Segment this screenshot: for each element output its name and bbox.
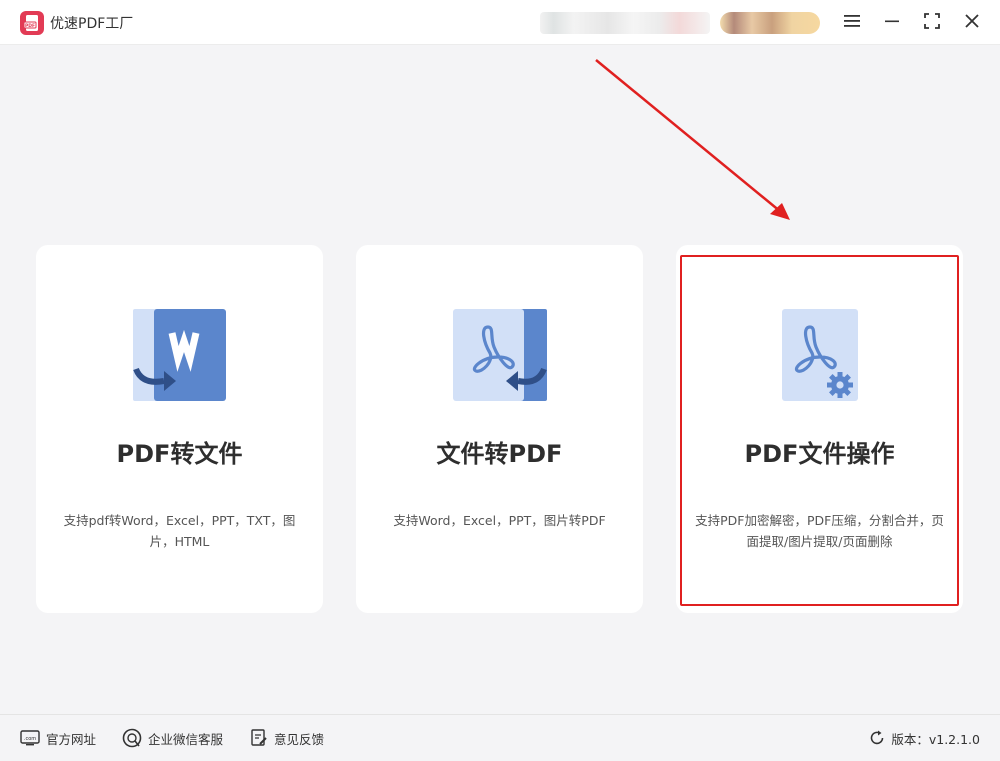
card-file-to-pdf[interactable]: 文件转PDF 支持Word，Excel，PPT，图片转PDF [356, 245, 643, 613]
svg-text:.com: .com [24, 736, 36, 742]
card-description: 支持Word，Excel，PPT，图片转PDF [393, 513, 606, 528]
menu-button[interactable] [839, 8, 865, 34]
pdf-settings-icon [772, 307, 868, 403]
app-logo-icon: PDF [20, 11, 44, 35]
fullscreen-icon [924, 13, 940, 29]
refresh-icon [871, 730, 884, 745]
close-button[interactable] [959, 8, 985, 34]
app-title: 优速PDF工厂 [50, 16, 134, 32]
feedback-label: 意见反馈 [274, 731, 325, 747]
minimize-button[interactable] [879, 8, 905, 34]
close-icon [965, 14, 979, 28]
website-label: 官方网址 [46, 731, 97, 747]
account-info-blurred[interactable] [540, 12, 710, 34]
user-badge-blurred[interactable] [720, 12, 820, 34]
feedback-icon [251, 729, 267, 746]
card-pdf-operations[interactable]: PDF文件操作 支持PDF加密解密，PDF压缩，分割合并，页面提取/图片提取/页… [676, 245, 963, 613]
card-pdf-to-file[interactable]: PDF转文件 支持pdf转Word，Excel，PPT，TXT，图片，HTML [36, 245, 323, 613]
file-to-pdf-icon [452, 307, 548, 403]
pdf-to-word-icon [132, 307, 228, 403]
official-website-link[interactable]: .com 官方网址 [20, 727, 96, 749]
card-title: 文件转PDF [436, 440, 563, 468]
card-description: 支持PDF加密解密，PDF压缩，分割合并，页面提取/图片提取/页面删除 [695, 513, 944, 549]
card-title: PDF文件操作 [744, 440, 895, 468]
maximize-button[interactable] [919, 8, 945, 34]
svg-text:PDF: PDF [25, 23, 35, 29]
website-icon: .com [20, 730, 40, 746]
wechat-label: 企业微信客服 [148, 731, 224, 747]
wechat-service-icon [122, 728, 142, 748]
title-bar: PDF 优速PDF工厂 [0, 0, 1000, 45]
footer-bar: .com 官方网址 企业微信客服 意见反馈 版本：v1.2.1.0 [0, 714, 1000, 761]
wechat-service-link[interactable]: 企业微信客服 [122, 727, 223, 749]
version-info[interactable]: 版本：v1.2.1.0 [869, 727, 980, 749]
card-description: 支持pdf转Word，Excel，PPT，TXT，图片，HTML [63, 513, 296, 549]
feedback-link[interactable]: 意见反馈 [250, 727, 324, 749]
version-label: 版本：v1.2.1.0 [891, 731, 980, 747]
card-title: PDF转文件 [116, 440, 243, 468]
minimize-icon [885, 20, 899, 23]
menu-icon [844, 15, 860, 27]
